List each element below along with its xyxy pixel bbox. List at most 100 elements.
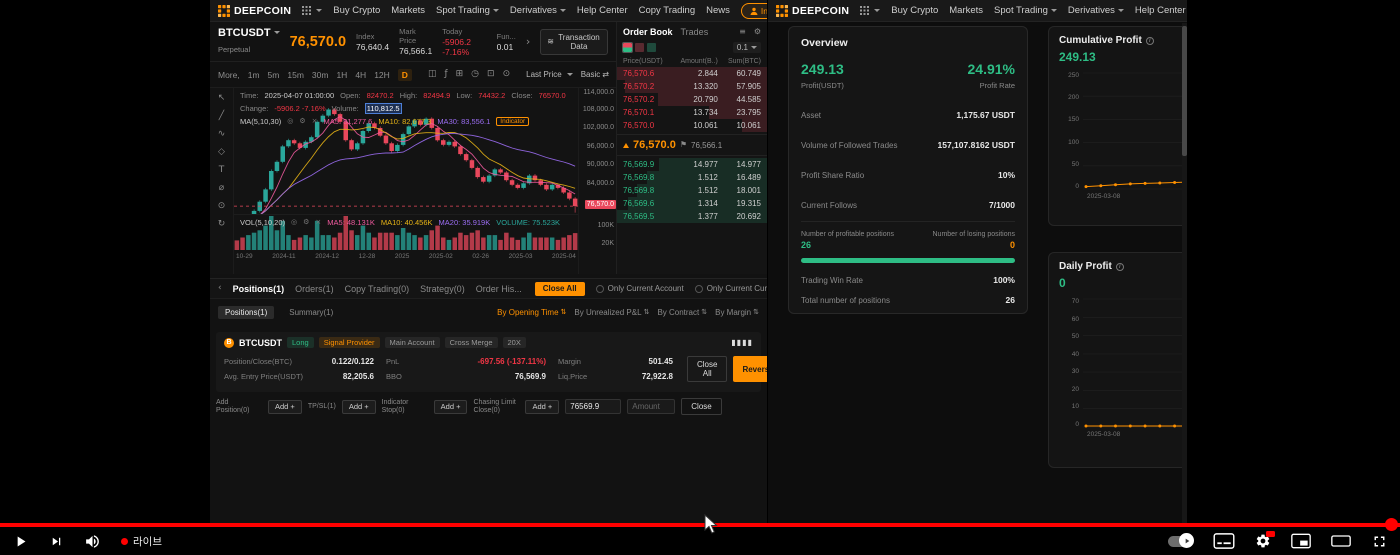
- close-position-button[interactable]: Close: [681, 398, 721, 415]
- timeframe-1d[interactable]: D: [398, 69, 412, 81]
- bid-row[interactable]: 76,569.81.51218.001: [617, 184, 767, 197]
- scrollbar-thumb[interactable]: [1182, 26, 1187, 156]
- shape-tool-icon[interactable]: ◇: [218, 148, 225, 157]
- tab-orders[interactable]: Orders(1): [295, 284, 334, 294]
- deepcoin-brand[interactable]: DEEPCOIN: [776, 5, 849, 17]
- invite-button[interactable]: Invite: [741, 3, 767, 19]
- depth-view-asks-icon[interactable]: [635, 43, 644, 52]
- deepcoin-brand[interactable]: DEEPCOIN: [218, 5, 291, 17]
- text-tool-icon[interactable]: T: [219, 166, 225, 175]
- subtab-positions[interactable]: Positions(1): [218, 306, 274, 319]
- sort-contract[interactable]: By Contract⇅: [657, 308, 707, 317]
- margin-mode-badge[interactable]: Cross Merge: [445, 337, 498, 348]
- video-progress-bar[interactable]: [0, 523, 1400, 527]
- close-all-button[interactable]: Close All: [535, 282, 585, 296]
- nav-news[interactable]: News: [706, 5, 730, 16]
- transaction-data-button[interactable]: ≋Transaction Data: [540, 29, 608, 55]
- bid-row[interactable]: 76,569.914.97714.977: [617, 158, 767, 171]
- cursor-tool-icon[interactable]: ↖: [218, 94, 226, 103]
- position-close-all-button[interactable]: Close All: [687, 356, 727, 382]
- orderbook-settings-icon[interactable]: ⚙: [754, 28, 761, 36]
- add-tpsl-button[interactable]: Add +: [342, 400, 376, 414]
- leverage-badge[interactable]: 20X: [503, 337, 526, 348]
- nav-spot-trading[interactable]: Spot Trading: [436, 5, 499, 16]
- layout-grid-icon[interactable]: ⊞: [456, 70, 464, 79]
- scrollbar[interactable]: [1182, 23, 1187, 525]
- nav-buy-crypto[interactable]: Buy Crypto: [333, 5, 380, 16]
- ask-row[interactable]: 76,570.010.06110.061: [617, 119, 767, 132]
- eye-icon[interactable]: ◎: [291, 219, 297, 226]
- settings-button[interactable]: [1255, 533, 1271, 549]
- nav-spot-trading[interactable]: Spot Trading: [994, 5, 1057, 16]
- close-price-input[interactable]: [565, 399, 621, 414]
- sort-opening-time[interactable]: By Opening Time⇅: [497, 308, 566, 317]
- chart-type-icon[interactable]: ◫: [428, 70, 437, 79]
- tab-strategy[interactable]: Strategy(0): [420, 284, 465, 294]
- fullscreen-button[interactable]: [1371, 533, 1388, 550]
- nav-help-center[interactable]: Help Center: [1135, 5, 1186, 16]
- orderbook-last-price-row[interactable]: 76,570.0 ⚑ 76,566.1: [617, 134, 767, 156]
- add-position-button[interactable]: Add +: [268, 400, 302, 414]
- apps-grid-icon[interactable]: [860, 6, 880, 15]
- timeframe-15m[interactable]: 15m: [287, 70, 304, 80]
- captions-button[interactable]: [1213, 533, 1235, 549]
- info-icon[interactable]: i: [1116, 263, 1124, 271]
- trendline-tool-icon[interactable]: ╱: [219, 112, 224, 121]
- bid-row[interactable]: 76,569.61.31419.315: [617, 197, 767, 210]
- live-indicator[interactable]: 라이브: [121, 534, 162, 549]
- sort-unrealized-pnl[interactable]: By Unrealized P&L⇅: [574, 308, 649, 317]
- timeframe-1m[interactable]: 1m: [248, 70, 260, 80]
- depth-list-icon[interactable]: ≡: [739, 28, 746, 36]
- bid-row[interactable]: 76,569.51.37720.692: [617, 210, 767, 223]
- tab-order-history[interactable]: Order His...: [476, 284, 522, 294]
- timeframe-more[interactable]: More,: [218, 70, 240, 80]
- time-axis[interactable]: 10-29 2024-11 2024-12 12-28 2025 2025-02…: [234, 253, 578, 260]
- ask-row[interactable]: 76,570.113.73423.795: [617, 106, 767, 119]
- screenshot-icon[interactable]: ⊡: [487, 70, 495, 79]
- wave-tool-icon[interactable]: ∿: [218, 130, 226, 139]
- chevron-right-icon[interactable]: ›: [526, 36, 530, 47]
- volume-button[interactable]: [84, 533, 101, 550]
- measure-tool-icon[interactable]: ⌀: [219, 184, 224, 193]
- miniplayer-button[interactable]: [1291, 533, 1311, 549]
- nav-markets[interactable]: Markets: [949, 5, 983, 16]
- gear-icon[interactable]: ⚙: [303, 219, 309, 226]
- depth-bars-icon[interactable]: ▮▮▮▮: [731, 339, 753, 347]
- add-indicator-stop-button[interactable]: Add +: [434, 400, 468, 414]
- nav-help-center[interactable]: Help Center: [577, 5, 628, 16]
- tab-copy-trading[interactable]: Copy Trading(0): [345, 284, 410, 294]
- depth-view-bids-icon[interactable]: [647, 43, 656, 52]
- add-chasing-limit-button[interactable]: Add +: [525, 400, 559, 414]
- timeframe-30m[interactable]: 30m: [312, 70, 329, 80]
- apps-grid-icon[interactable]: [302, 6, 322, 15]
- reverse-button[interactable]: Reverse: [733, 356, 767, 382]
- price-axis[interactable]: 114,000.0 108,000.0 102,000.0 96,000.0 9…: [578, 88, 616, 274]
- nav-derivatives[interactable]: Derivatives: [510, 5, 566, 16]
- bid-row[interactable]: 76,569.81.51216.489: [617, 171, 767, 184]
- last-price-selector[interactable]: Last Price: [526, 70, 573, 79]
- nav-markets[interactable]: Markets: [391, 5, 425, 16]
- ask-row[interactable]: 76,570.62.84460.749: [617, 67, 767, 80]
- chart-style-selector[interactable]: Basic⇄: [581, 70, 609, 79]
- nav-derivatives[interactable]: Derivatives: [1068, 5, 1124, 16]
- filter-current-account[interactable]: Only Current Account: [596, 284, 684, 293]
- next-button[interactable]: [49, 534, 64, 549]
- tab-positions[interactable]: Positions(1): [233, 284, 285, 294]
- nav-copy-trading[interactable]: Copy Trading: [639, 5, 696, 16]
- alert-clock-icon[interactable]: ◷: [471, 70, 479, 79]
- filter-current-currency[interactable]: Only Current Currency: [695, 284, 767, 293]
- timeframe-1h[interactable]: 1H: [336, 70, 347, 80]
- close-amount-input[interactable]: [627, 399, 675, 414]
- autoplay-toggle[interactable]: [1168, 536, 1193, 547]
- timeframe-4h[interactable]: 4H: [355, 70, 366, 80]
- play-button[interactable]: [12, 533, 29, 550]
- timeframe-5m[interactable]: 5m: [268, 70, 280, 80]
- signal-provider-badge[interactable]: Signal Provider: [319, 337, 380, 348]
- timeframe-12h[interactable]: 12H: [374, 70, 390, 80]
- ask-row[interactable]: 76,570.213.32057.905: [617, 80, 767, 93]
- indicators-icon[interactable]: ƒ: [444, 70, 447, 79]
- zoom-tool-icon[interactable]: ⊙: [218, 202, 226, 211]
- close-icon[interactable]: ×: [315, 219, 321, 226]
- candlestick-chart[interactable]: ↖ ╱ ∿ ◇ T ⌀ ⊙ ↻ Time:2025-04-07 01:00:00: [210, 88, 616, 274]
- precision-selector[interactable]: 0.1: [733, 42, 761, 53]
